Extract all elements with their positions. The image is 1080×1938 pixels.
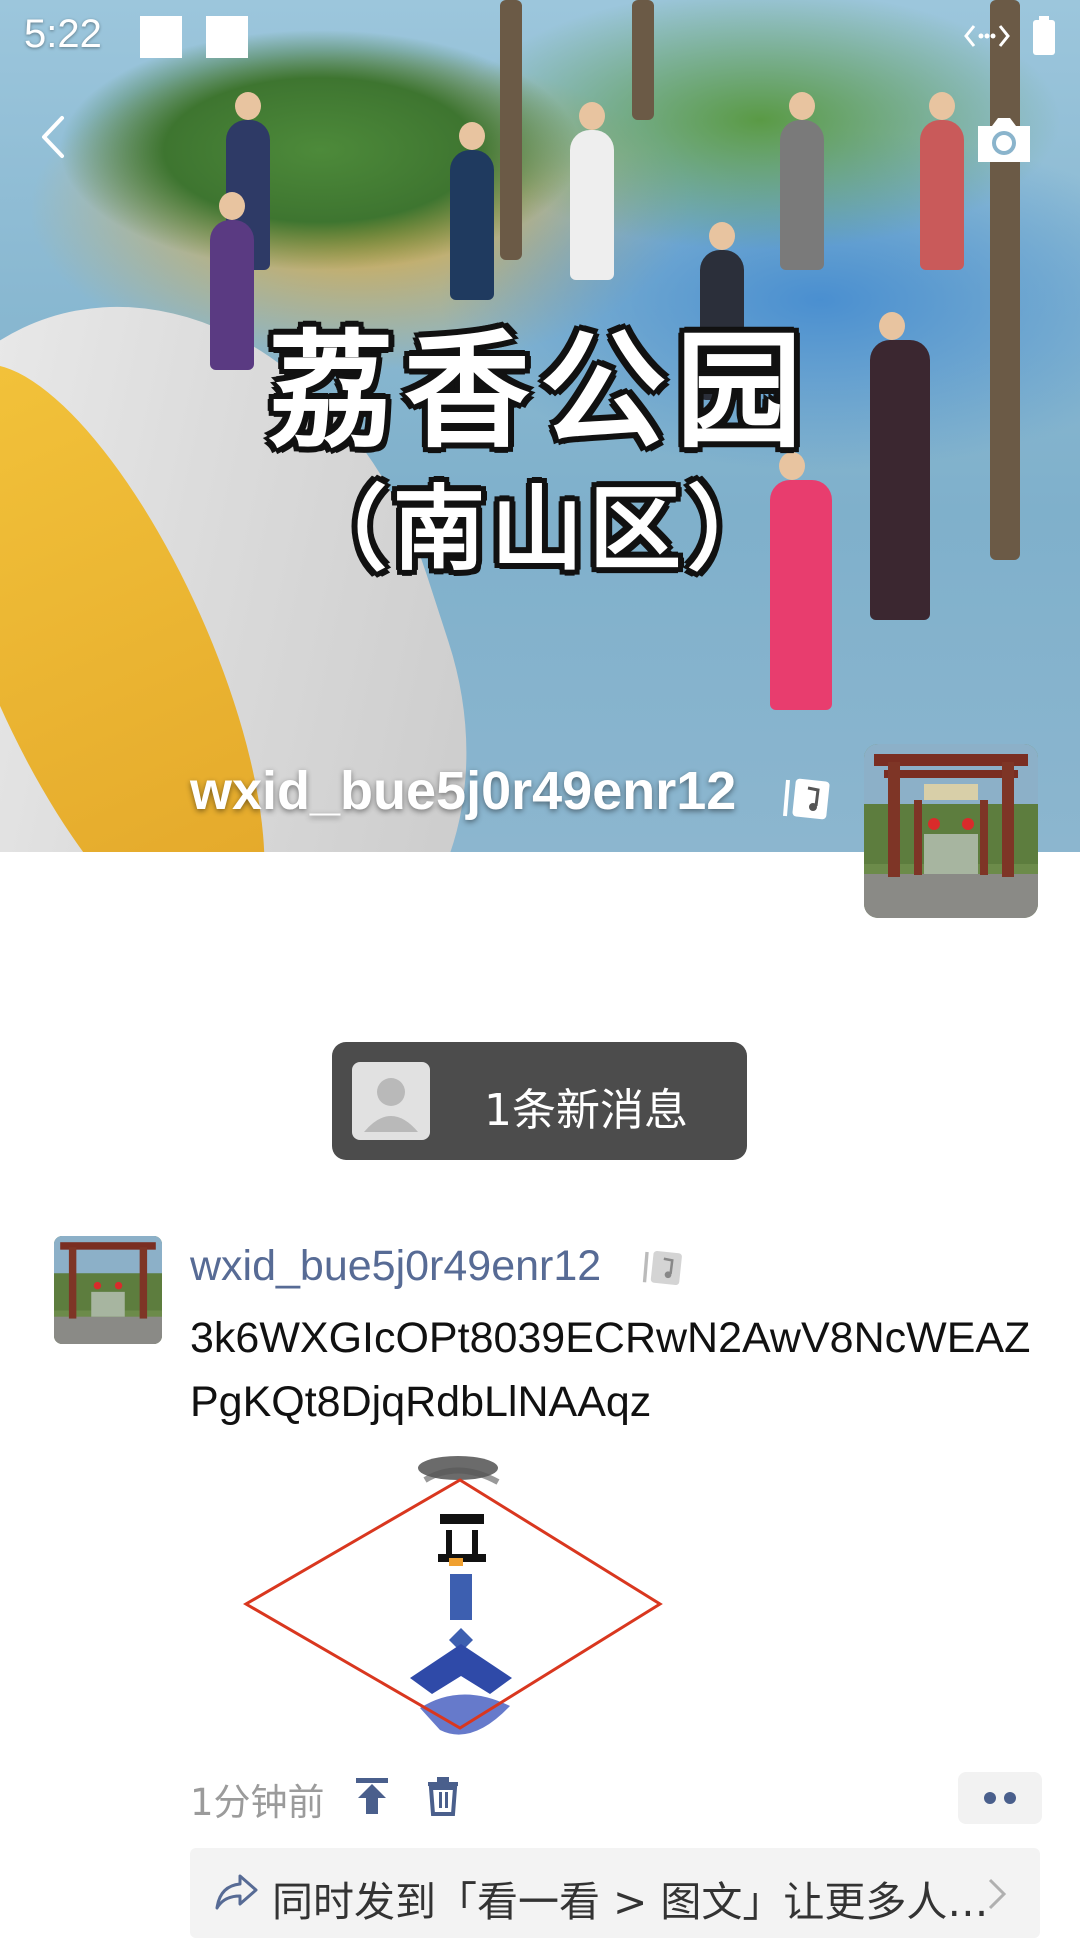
camera-button[interactable]	[972, 112, 1036, 168]
profile-avatar[interactable]	[864, 744, 1038, 918]
new-message-notice[interactable]: 1条新消息	[332, 1042, 747, 1160]
notification-square-icon	[206, 16, 248, 58]
new-message-label: 1条新消息	[484, 1085, 688, 1136]
post-timestamp: 1分钟前	[190, 1781, 325, 1824]
post-author-name[interactable]: wxid_bue5j0r49enr12	[190, 1242, 601, 1291]
cover-username[interactable]: wxid_bue5j0r49enr12	[190, 760, 736, 822]
data-transfer-icon	[964, 25, 1010, 47]
notification-square-icon	[140, 16, 182, 58]
back-button[interactable]	[30, 112, 80, 162]
more-actions-button[interactable]	[958, 1772, 1042, 1824]
status-bar: 5:22	[0, 0, 1080, 72]
share-text: 同时发到「看一看 > 图文」让更多人…	[272, 1878, 989, 1926]
post-text: 3k6WXGIcOPt8039ECRwN2AwV8NcWEAZPgKQt8Djq…	[190, 1314, 1031, 1426]
music-note-badge-icon	[642, 1250, 682, 1286]
music-note-badge-icon	[783, 778, 830, 820]
cover-title: 荔香公园	[268, 321, 812, 462]
post-image[interactable]	[240, 1450, 680, 1750]
park-visitor	[780, 92, 824, 270]
battery-icon	[1033, 16, 1055, 55]
gate-photo	[864, 744, 1038, 918]
gate-photo	[54, 1236, 162, 1344]
park-visitor	[920, 92, 964, 270]
more-dots-icon	[984, 1792, 1016, 1804]
cover-subtitle: （南山区）	[294, 479, 785, 581]
delete-button[interactable]	[426, 1776, 460, 1816]
status-time: 5:22	[24, 12, 102, 56]
park-visitor	[450, 122, 494, 300]
post-author-avatar[interactable]	[54, 1236, 162, 1344]
share-arrow-icon	[215, 1874, 258, 1910]
pin-to-top-button[interactable]	[354, 1776, 390, 1816]
park-visitor	[570, 102, 614, 280]
default-avatar-icon	[352, 1062, 430, 1140]
chevron-right-icon	[988, 1878, 1007, 1910]
cover-photo[interactable]: 荔香公园 （南山区）	[0, 0, 1080, 852]
share-to-topstories-bar[interactable]: 同时发到「看一看 > 图文」让更多人…	[190, 1848, 1040, 1938]
